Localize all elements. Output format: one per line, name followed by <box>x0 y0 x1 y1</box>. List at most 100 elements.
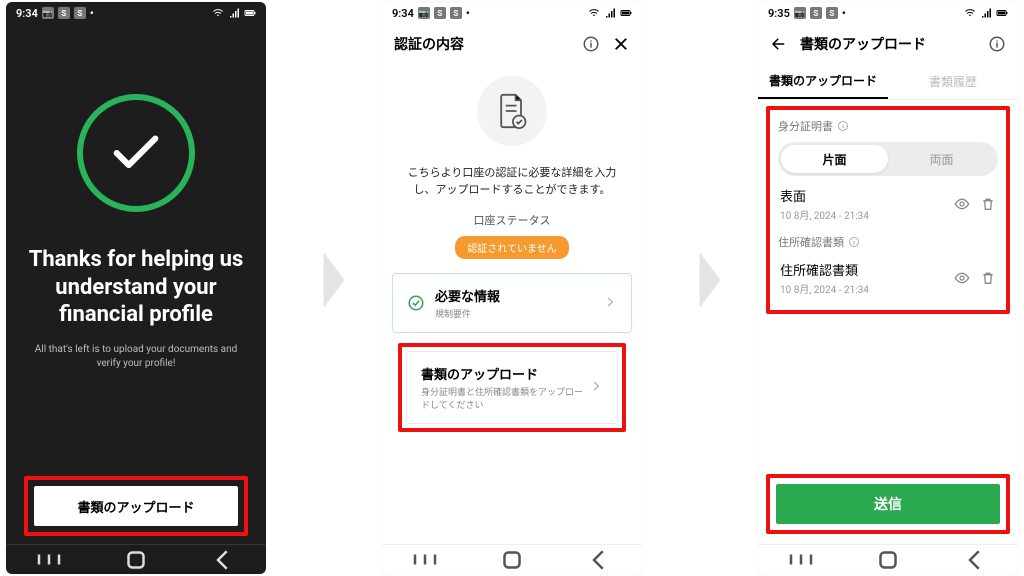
status-s-icon-2: S <box>450 7 462 19</box>
home-button[interactable] <box>497 553 527 567</box>
status-dot-icon: • <box>842 7 848 20</box>
card-title: 書類のアップロード <box>421 364 589 383</box>
status-s-icon-2: S <box>74 7 86 19</box>
item-timestamp: 10 8月, 2024 - 21:34 <box>780 281 869 296</box>
side-segment-control[interactable]: 片面 両面 <box>778 142 998 176</box>
status-right-icons <box>964 7 1008 19</box>
tab-history[interactable]: 書類履歴 <box>888 64 1018 99</box>
upload-documents-card[interactable]: 書類のアップロード 身分証明書と住所確認書類をアップロードしてください <box>406 351 618 424</box>
upload-documents-button[interactable]: 書類のアップロード <box>34 486 238 526</box>
card-title: 必要な情報 <box>435 286 500 305</box>
documents-section-highlight: 身分証明書 片面 両面 表面 10 8月, 2024 - 21:34 <box>766 106 1010 314</box>
status-time: 9:34 <box>16 7 38 20</box>
back-arrow-icon[interactable] <box>770 35 788 53</box>
phone-screen-2: 9:34 📷 S S • 認証の内容 <box>382 2 642 574</box>
status-s-icon-1: S <box>810 7 822 19</box>
card-subtitle: 規制要件 <box>435 307 500 320</box>
account-status-badge: 認証されていません <box>455 236 568 259</box>
uploaded-front-item: 表面 10 8月, 2024 - 21:34 <box>778 176 998 226</box>
check-circle-icon <box>407 294 425 312</box>
status-right-icons <box>588 7 632 19</box>
back-button[interactable] <box>584 553 614 567</box>
recent-apps-button[interactable] <box>410 553 440 567</box>
account-status-label: 口座ステータス <box>474 212 551 228</box>
battery-icon <box>996 7 1008 19</box>
segment-single[interactable]: 片面 <box>781 145 888 173</box>
segment-double[interactable]: 両面 <box>888 145 995 173</box>
chevron-right-icon <box>589 378 603 397</box>
thank-you-title: Thanks for helping us understand your fi… <box>24 246 248 329</box>
tab-upload[interactable]: 書類のアップロード <box>758 64 888 99</box>
close-icon[interactable] <box>612 35 630 53</box>
view-icon[interactable] <box>954 270 970 286</box>
page-header: 書類のアップロード <box>758 24 1018 64</box>
info-icon[interactable] <box>837 120 849 132</box>
recent-apps-button[interactable] <box>34 553 64 567</box>
verification-screen: 認証の内容 こちらより口座の認証に必要な詳細を入力し、アップロードすることができ… <box>382 24 642 544</box>
back-button[interactable] <box>960 553 990 567</box>
home-button[interactable] <box>873 553 903 567</box>
upload-card-highlight: 書類のアップロード 身分証明書と住所確認書類をアップロードしてください <box>398 343 626 432</box>
view-icon[interactable] <box>954 196 970 212</box>
item-name: 表面 <box>780 186 869 205</box>
verification-description: こちらより口座の認証に必要な詳細を入力し、アップロードすることができます。 <box>404 164 620 198</box>
status-bar: 9:35 📷 S S • <box>758 2 1018 24</box>
android-nav-bar <box>6 544 266 574</box>
info-icon[interactable] <box>582 35 600 53</box>
flow-arrow-icon <box>690 240 730 320</box>
tabs: 書類のアップロード 書類履歴 <box>758 64 1018 100</box>
wifi-icon <box>588 7 600 19</box>
android-nav-bar <box>382 544 642 574</box>
phone-screen-1: 9:34 📷 S S • Thanks for helping us under… <box>6 2 266 574</box>
status-bar: 9:34 📷 S S • <box>6 2 266 24</box>
battery-icon <box>244 7 256 19</box>
recent-apps-button[interactable] <box>786 553 816 567</box>
delete-icon[interactable] <box>980 196 996 212</box>
android-nav-bar <box>758 544 1018 574</box>
upload-screen: 書類のアップロード 書類のアップロード 書類履歴 身分証明書 片面 両面 <box>758 24 1018 544</box>
chevron-right-icon <box>603 294 617 313</box>
modal-title: 認証の内容 <box>394 34 464 54</box>
card-subtitle: 身分証明書と住所確認書類をアップロードしてください <box>421 385 589 411</box>
address-document-section-header: 住所確認書類 <box>778 234 998 250</box>
flow-arrow-icon <box>314 240 354 320</box>
upload-button-highlight: 書類のアップロード <box>24 476 248 536</box>
battery-icon <box>620 7 632 19</box>
info-icon[interactable] <box>848 236 860 248</box>
thank-you-screen: Thanks for helping us understand your fi… <box>6 24 266 544</box>
document-verify-icon <box>477 76 547 146</box>
signal-icon <box>980 7 992 19</box>
success-check-icon <box>77 94 195 212</box>
signal-icon <box>228 7 240 19</box>
status-right-icons <box>212 7 256 19</box>
thank-you-subtitle: All that's left is to upload your docume… <box>24 343 248 372</box>
page-title: 書類のアップロード <box>800 34 926 54</box>
required-info-card[interactable]: 必要な情報 規制要件 <box>392 273 632 333</box>
delete-icon[interactable] <box>980 270 996 286</box>
status-time: 9:34 <box>392 7 414 20</box>
status-time: 9:35 <box>768 7 790 20</box>
item-timestamp: 10 8月, 2024 - 21:34 <box>780 207 869 222</box>
home-button[interactable] <box>121 553 151 567</box>
send-button-highlight: 送信 <box>766 474 1010 534</box>
status-s-icon-1: S <box>434 7 446 19</box>
wifi-icon <box>212 7 224 19</box>
info-icon[interactable] <box>988 35 1006 53</box>
send-button[interactable]: 送信 <box>776 484 1000 524</box>
status-app-icon: 📷 <box>794 7 806 19</box>
status-bar: 9:34 📷 S S • <box>382 2 642 24</box>
wifi-icon <box>964 7 976 19</box>
status-s-icon-2: S <box>826 7 838 19</box>
status-dot-icon: • <box>90 7 96 20</box>
uploaded-address-item: 住所確認書類 10 8月, 2024 - 21:34 <box>778 250 998 300</box>
id-document-section-header: 身分証明書 <box>778 118 998 134</box>
status-app-icon: 📷 <box>418 7 430 19</box>
item-name: 住所確認書類 <box>780 260 869 279</box>
signal-icon <box>604 7 616 19</box>
back-button[interactable] <box>208 553 238 567</box>
status-s-icon-1: S <box>58 7 70 19</box>
status-dot-icon: • <box>466 7 472 20</box>
phone-screen-3: 9:35 📷 S S • 書類のアップロード 書類のアップロード 書類履歴 <box>758 2 1018 574</box>
modal-header: 認証の内容 <box>382 24 642 64</box>
status-app-icon: 📷 <box>42 7 54 19</box>
